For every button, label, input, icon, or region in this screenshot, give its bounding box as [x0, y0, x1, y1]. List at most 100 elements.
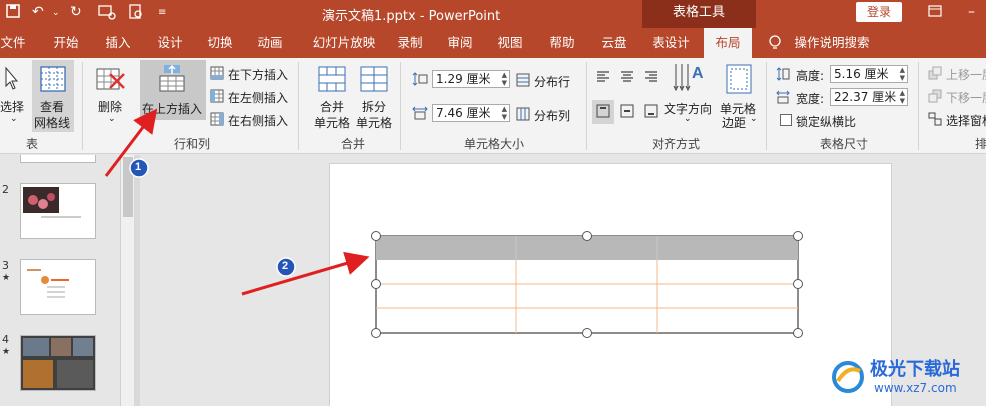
insert-right-button[interactable]: 在右侧插入	[228, 112, 288, 129]
table-height-input[interactable]: 5.16 厘米 ▲ ▼	[830, 65, 908, 83]
distribute-rows-icon	[516, 73, 530, 87]
present-from-start-icon[interactable]	[98, 4, 116, 24]
redo-icon[interactable]: ↻	[70, 4, 82, 20]
tab-file[interactable]: 文件	[0, 28, 26, 58]
insert-below-icon	[210, 66, 224, 80]
tell-me-search[interactable]: 操作说明搜索	[792, 28, 872, 58]
slide-thumbnail[interactable]	[20, 259, 96, 315]
select-button[interactable]: 选择	[0, 98, 24, 115]
print-preview-icon[interactable]	[128, 4, 144, 24]
insert-below-button[interactable]: 在下方插入	[228, 66, 288, 83]
slide-number: 2	[2, 183, 9, 196]
table[interactable]	[370, 230, 804, 340]
distribute-columns-icon	[516, 107, 530, 121]
resize-handle[interactable]	[371, 231, 381, 241]
send-backward-button[interactable]: 下移一层	[946, 89, 986, 106]
resize-handle[interactable]	[582, 328, 592, 338]
table-height-label: 高度:	[796, 69, 825, 83]
column-width-icon	[412, 106, 428, 120]
resize-handle[interactable]	[793, 231, 803, 241]
insert-right-icon	[210, 112, 224, 126]
resize-handle[interactable]	[371, 279, 381, 289]
slide-thumbnail-panel: 2 3 ★ 4 ★	[0, 155, 120, 406]
insert-above-icon	[158, 64, 186, 95]
slide-thumbnail[interactable]	[20, 155, 96, 163]
distribute-columns-button[interactable]: 分布列	[534, 107, 570, 124]
document-title: 演示文稿1.pptx - PowerPoint	[322, 9, 501, 24]
thumbnail-scrollbar[interactable]	[120, 155, 134, 406]
scrollbar-thumb[interactable]	[123, 157, 133, 217]
delete-table-icon[interactable]	[96, 66, 126, 95]
lock-aspect-ratio-label: 锁定纵横比	[796, 115, 857, 129]
distribute-rows-button[interactable]: 分布行	[534, 73, 570, 90]
tab-transitions[interactable]: 切换	[202, 28, 238, 58]
align-left-icon[interactable]	[596, 70, 610, 84]
resize-handle[interactable]	[793, 328, 803, 338]
merge-label-1[interactable]: 合并	[320, 98, 344, 115]
slide-number: 4	[2, 333, 9, 346]
merge-cells-icon[interactable]	[318, 66, 346, 95]
cell-height-input[interactable]: 1.29 厘米 ▲ ▼	[432, 70, 510, 88]
svg-text:A: A	[692, 65, 704, 82]
save-icon[interactable]	[6, 4, 20, 22]
align-right-icon[interactable]	[644, 70, 658, 84]
align-middle-icon[interactable]	[620, 104, 634, 118]
cell-margins-dropdown-icon[interactable]: ⌄	[750, 114, 758, 124]
cell-margins-label-2[interactable]: 边距	[722, 114, 746, 131]
tab-animations[interactable]: 动画	[252, 28, 288, 58]
tab-record[interactable]: 录制	[392, 28, 428, 58]
ribbon-display-icon[interactable]	[928, 4, 942, 22]
login-button[interactable]: 登录	[856, 2, 902, 22]
delete-dropdown-icon[interactable]: ⌄	[108, 114, 116, 124]
undo-dropdown-icon[interactable]: ⌄	[52, 8, 60, 18]
split-label-1[interactable]: 拆分	[362, 98, 386, 115]
tab-layout[interactable]: 布局	[704, 28, 752, 58]
text-direction-icon[interactable]: A	[672, 62, 706, 99]
annotation-badge-1-label: 1	[135, 161, 142, 173]
undo-icon[interactable]: ↶	[32, 4, 44, 20]
spin-arrows-icon[interactable]: ▲ ▼	[502, 105, 507, 121]
tab-design[interactable]: 设计	[152, 28, 188, 58]
align-center-icon[interactable]	[620, 70, 634, 84]
bring-forward-button[interactable]: 上移一层	[946, 66, 986, 83]
slide-thumbnail[interactable]	[20, 335, 96, 391]
tab-table-design[interactable]: 表设计	[648, 28, 694, 58]
table-width-input[interactable]: 22.37 厘米 ▲ ▼	[830, 88, 908, 106]
table-width-icon	[776, 90, 790, 104]
align-top-icon	[596, 104, 610, 118]
lock-aspect-ratio-checkbox[interactable]	[780, 114, 792, 126]
tab-cloud[interactable]: 云盘	[596, 28, 632, 58]
tab-home[interactable]: 开始	[48, 28, 84, 58]
split-cells-icon[interactable]	[360, 66, 388, 95]
text-direction-dropdown-icon[interactable]: ⌄	[684, 114, 692, 124]
merge-label-2[interactable]: 单元格	[314, 114, 350, 131]
tab-insert[interactable]: 插入	[100, 28, 136, 58]
select-dropdown-icon[interactable]: ⌄	[10, 114, 18, 124]
tab-help[interactable]: 帮助	[544, 28, 580, 58]
tab-view[interactable]: 视图	[492, 28, 528, 58]
tab-slideshow[interactable]: 幻灯片放映	[306, 28, 382, 58]
insert-left-button[interactable]: 在左侧插入	[228, 89, 288, 106]
gridlines-icon	[40, 66, 66, 95]
table-height-value: 5.16 厘米	[834, 67, 889, 81]
cell-width-input[interactable]: 7.46 厘米 ▲ ▼	[432, 104, 510, 122]
resize-handle[interactable]	[371, 328, 381, 338]
spin-arrows-icon[interactable]: ▲ ▼	[502, 71, 507, 87]
group-separator	[766, 62, 767, 150]
tab-review[interactable]: 审阅	[442, 28, 478, 58]
minimize-icon[interactable]: –	[968, 4, 975, 20]
split-label-2[interactable]: 单元格	[356, 114, 392, 131]
slide-thumbnail[interactable]	[20, 183, 96, 239]
cell-margins-icon[interactable]	[726, 64, 752, 97]
bring-forward-icon	[928, 66, 942, 80]
delete-button[interactable]: 删除	[98, 98, 122, 115]
align-bottom-icon[interactable]	[644, 104, 658, 118]
spin-arrows-icon[interactable]: ▲ ▼	[900, 89, 905, 105]
resize-handle[interactable]	[793, 279, 803, 289]
selection-pane-icon	[928, 112, 942, 126]
customize-qat-icon[interactable]: ≡	[158, 7, 166, 18]
resize-handle[interactable]	[582, 231, 592, 241]
selection-pane-button[interactable]: 选择窗格	[946, 112, 986, 129]
select-cursor-icon[interactable]	[4, 66, 20, 95]
spin-arrows-icon[interactable]: ▲ ▼	[900, 66, 905, 82]
